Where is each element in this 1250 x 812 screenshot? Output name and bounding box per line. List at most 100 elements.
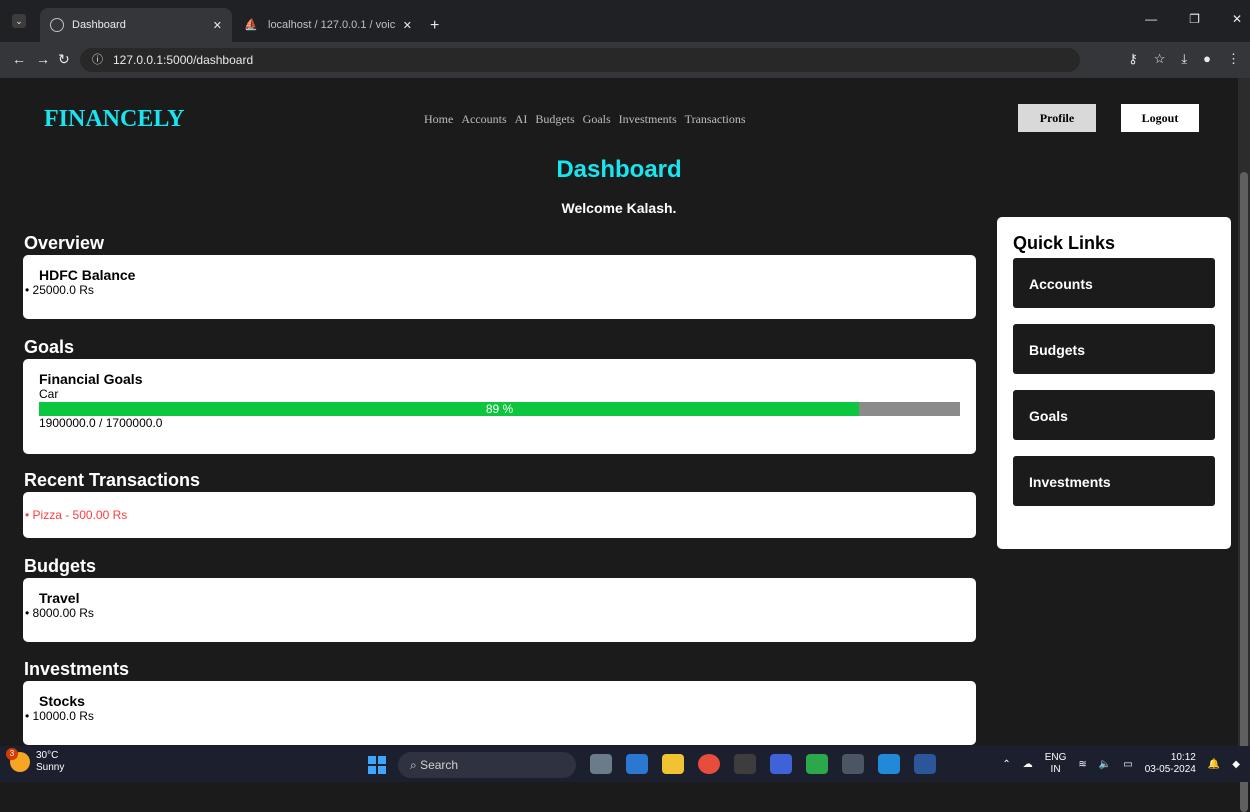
scrollbar-thumb[interactable] bbox=[1240, 172, 1248, 812]
nav-ai[interactable]: AI bbox=[515, 112, 528, 127]
wifi-icon[interactable]: ≋ bbox=[1078, 759, 1086, 770]
quick-link-investments[interactable]: Investments bbox=[1013, 456, 1215, 506]
quick-links-panel: Quick Links Accounts Budgets Goals Inves… bbox=[997, 217, 1231, 549]
menu-kebab-icon[interactable]: ⋮ bbox=[1227, 51, 1240, 67]
window-controls: — ❐ ✕ bbox=[1145, 12, 1242, 26]
password-key-icon[interactable]: ⚷ bbox=[1128, 51, 1138, 67]
battery-icon[interactable]: ▭ bbox=[1123, 759, 1132, 770]
nav-home[interactable]: Home bbox=[424, 112, 453, 127]
nav-accounts[interactable]: Accounts bbox=[461, 112, 506, 127]
url-text: 127.0.0.1:5000/dashboard bbox=[113, 53, 254, 67]
copilot-icon[interactable]: ◆ bbox=[1232, 759, 1240, 770]
site-info-icon[interactable]: ⓘ bbox=[92, 48, 103, 72]
page-title: Dashboard bbox=[556, 156, 682, 183]
language-indicator[interactable]: ENG IN bbox=[1045, 752, 1067, 776]
bookmark-star-icon[interactable]: ☆ bbox=[1154, 51, 1166, 67]
weather-text: 30°C Sunny bbox=[36, 750, 64, 774]
system-tray: ⌃ ☁ ENG IN ≋ 🔈 ▭ 10:12 03-05-2024 🔔 ◆ bbox=[1002, 752, 1240, 776]
tab-phpmyadmin[interactable]: ⛵ localhost / 127.0.0.1 / voice_fin ✕ bbox=[234, 8, 422, 42]
page-scrollbar[interactable] bbox=[1238, 78, 1250, 812]
notification-bell-icon[interactable]: 🔔 bbox=[1208, 759, 1220, 770]
chevron-up-icon[interactable]: ⌃ bbox=[1002, 759, 1010, 770]
restore-icon[interactable]: ❐ bbox=[1189, 12, 1200, 26]
terminal-icon[interactable] bbox=[842, 754, 864, 774]
search-icon: ⌕ bbox=[410, 758, 421, 772]
search-placeholder: Search bbox=[420, 758, 459, 772]
quick-links-title: Quick Links bbox=[1013, 233, 1116, 253]
profile-button[interactable]: Profile bbox=[1018, 104, 1096, 132]
logout-button[interactable]: Logout bbox=[1121, 104, 1199, 132]
nav-transactions[interactable]: Transactions bbox=[685, 112, 746, 127]
download-icon[interactable]: ⤓ bbox=[1181, 51, 1187, 67]
browser-tab-bar: ⌄ Dashboard ✕ ⛵ localhost / 127.0.0.1 / … bbox=[0, 0, 1250, 42]
tab-title: Dashboard bbox=[72, 19, 126, 31]
word-icon[interactable] bbox=[914, 754, 936, 774]
goals-card: Financial Goals Car 89 % 1900000.0 / 170… bbox=[23, 359, 976, 454]
page-viewport: FINANCELY Home Accounts AI Budgets Goals… bbox=[0, 78, 1238, 746]
notification-badge: 3 bbox=[6, 748, 18, 760]
close-tab-icon[interactable]: ✕ bbox=[403, 19, 412, 32]
welcome-message: Welcome Kalash. bbox=[561, 200, 677, 216]
weather-condition: Sunny bbox=[36, 762, 65, 773]
quick-link-accounts[interactable]: Accounts bbox=[1013, 258, 1215, 308]
top-navigation: Home Accounts AI Budgets Goals Investmen… bbox=[424, 112, 746, 127]
tab-title: localhost / 127.0.0.1 / voice_fin bbox=[268, 19, 395, 31]
language-code: ENG bbox=[1044, 752, 1067, 763]
globe-icon bbox=[50, 18, 64, 32]
photos-icon[interactable] bbox=[770, 754, 792, 774]
transactions-card: Pizza - 500.00 Rs bbox=[23, 492, 976, 538]
budget-name: Travel bbox=[39, 590, 80, 606]
clock-time: 10:12 bbox=[1170, 752, 1196, 763]
close-tab-icon[interactable]: ✕ bbox=[213, 19, 222, 32]
windows-start-icon[interactable] bbox=[368, 756, 386, 774]
budgets-heading: Budgets bbox=[24, 556, 96, 576]
xbox-icon[interactable] bbox=[806, 754, 828, 774]
account-balance: 25000.0 Rs bbox=[25, 283, 960, 297]
tab-dashboard[interactable]: Dashboard ✕ bbox=[40, 8, 232, 42]
close-window-icon[interactable]: ✕ bbox=[1232, 12, 1242, 26]
vscode-icon[interactable] bbox=[878, 754, 900, 774]
toolbar-actions: ⚷ ☆ ⤓ ● ⋮ bbox=[1128, 51, 1240, 67]
reload-icon[interactable]: ↻ bbox=[58, 51, 70, 68]
investment-name: Stocks bbox=[39, 693, 85, 709]
goal-amounts: 1900000.0 / 1700000.0 bbox=[39, 416, 163, 430]
task-view-icon[interactable] bbox=[626, 754, 648, 774]
github-desktop-icon[interactable] bbox=[734, 754, 756, 774]
quick-link-goals[interactable]: Goals bbox=[1013, 390, 1215, 440]
transactions-heading: Recent Transactions bbox=[24, 470, 201, 490]
quick-link-budgets[interactable]: Budgets bbox=[1013, 324, 1215, 374]
minimize-icon[interactable]: — bbox=[1145, 12, 1157, 26]
goals-card-title: Financial Goals bbox=[39, 371, 143, 387]
brand-logo[interactable]: FINANCELY bbox=[44, 106, 184, 133]
tab-search-icon[interactable]: ⌄ bbox=[12, 14, 26, 28]
phpmyadmin-icon: ⛵ bbox=[244, 19, 258, 31]
weather-widget[interactable]: 3 30°C Sunny bbox=[6, 748, 64, 774]
chrome-icon[interactable] bbox=[698, 754, 720, 774]
overview-card: HDFC Balance 25000.0 Rs bbox=[23, 255, 976, 319]
volume-icon[interactable]: 🔈 bbox=[1099, 759, 1111, 770]
nav-investments[interactable]: Investments bbox=[619, 112, 677, 127]
profile-avatar-icon[interactable]: ● bbox=[1203, 51, 1211, 67]
nav-goals[interactable]: Goals bbox=[583, 112, 611, 127]
address-bar[interactable]: ⓘ 127.0.0.1:5000/dashboard bbox=[80, 48, 1080, 72]
widgets-icon[interactable] bbox=[590, 754, 612, 774]
taskbar-search[interactable]: ⌕ Search bbox=[398, 752, 576, 778]
investment-amount: 10000.0 Rs bbox=[25, 709, 960, 723]
investments-card: Stocks 10000.0 Rs bbox=[23, 681, 976, 745]
goal-progress-bar: 89 % bbox=[39, 402, 960, 416]
file-explorer-icon[interactable] bbox=[662, 754, 684, 774]
goal-progress-label: 89 % bbox=[485, 402, 514, 416]
clock[interactable]: 10:12 03-05-2024 bbox=[1145, 752, 1196, 776]
back-icon[interactable]: ← bbox=[12, 51, 26, 67]
cloud-icon[interactable]: ☁ bbox=[1023, 759, 1033, 770]
goal-name: Car bbox=[39, 387, 59, 401]
nav-budgets[interactable]: Budgets bbox=[535, 112, 574, 127]
sun-icon: 3 bbox=[6, 748, 30, 772]
new-tab-icon[interactable]: + bbox=[430, 17, 439, 35]
taskbar-apps bbox=[590, 754, 936, 774]
forward-icon[interactable]: → bbox=[36, 51, 50, 67]
budget-amount: 8000.00 Rs bbox=[25, 606, 960, 620]
goals-heading: Goals bbox=[24, 337, 75, 357]
account-name: HDFC Balance bbox=[39, 267, 136, 283]
budgets-card: Travel 8000.00 Rs bbox=[23, 578, 976, 642]
